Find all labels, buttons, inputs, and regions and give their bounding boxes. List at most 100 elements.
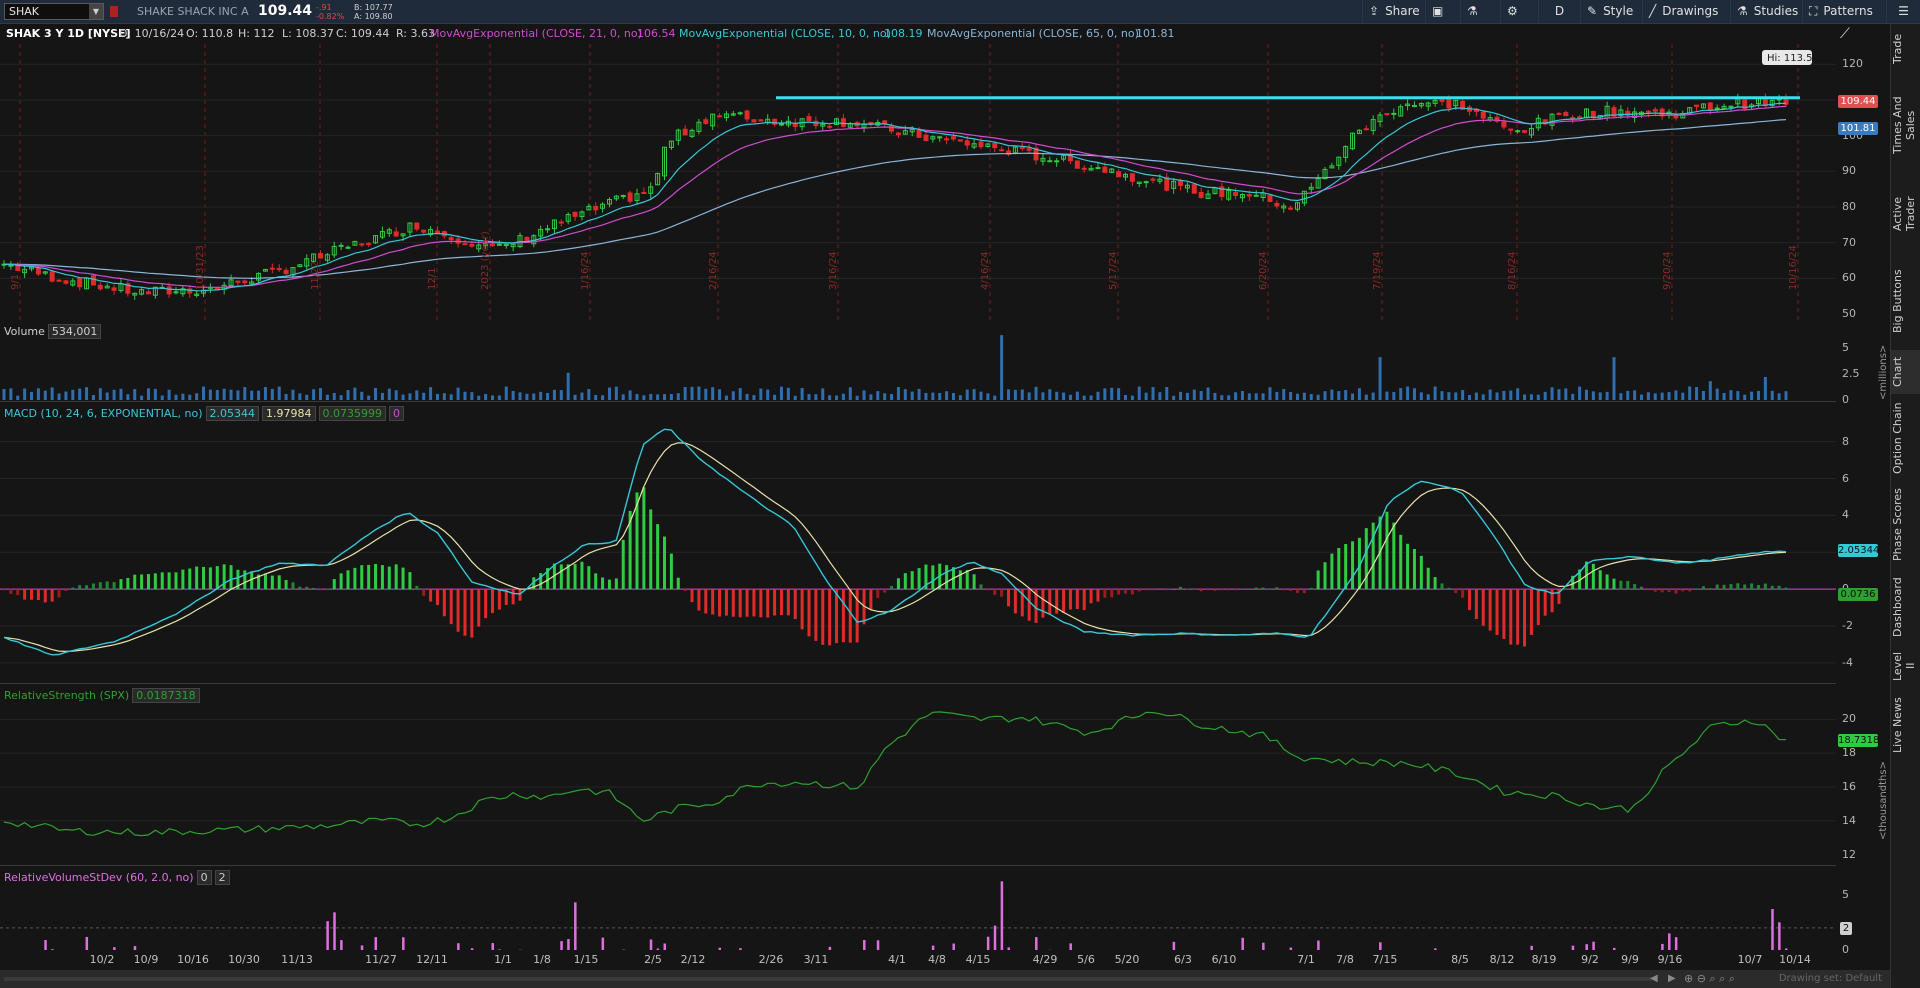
volume-bar xyxy=(848,387,852,400)
draw-tool-icon[interactable]: ⟋ xyxy=(1840,26,1850,42)
volume-bar xyxy=(1000,335,1004,400)
period-label: 1/16/24 xyxy=(580,251,591,290)
volume-bar xyxy=(965,389,969,400)
volume-panel[interactable]: Volume 534,001 xyxy=(0,322,1836,402)
sidebar-tab-level-ii[interactable]: Level II xyxy=(1891,646,1920,686)
macd-histogram-bar xyxy=(325,588,329,590)
volume-bar xyxy=(938,392,942,400)
zoom-controls-icon[interactable]: ⊕ ⊖ ⌕ ⌕ ⌕ xyxy=(1684,972,1735,986)
volume-bar xyxy=(312,389,316,400)
scroll-track[interactable] xyxy=(4,977,1652,981)
volume-bar xyxy=(580,392,584,400)
rv-bar xyxy=(931,945,935,950)
volume-bar xyxy=(504,386,508,400)
sidebar-tab-trade[interactable]: Trade xyxy=(1891,24,1920,74)
candle-body xyxy=(558,221,564,224)
macd-histogram-bar xyxy=(945,565,949,590)
scroll-left-icon[interactable]: ◀ xyxy=(1650,973,1658,984)
volume-bar xyxy=(986,393,990,400)
symbol-input[interactable]: SHAK ▼ xyxy=(4,3,104,20)
volume-bar xyxy=(1756,390,1760,400)
candle-body xyxy=(1102,166,1108,173)
candle-body xyxy=(978,141,984,148)
volume-bar xyxy=(752,395,756,400)
volume-bar xyxy=(1447,392,1451,400)
price-tick: 80 xyxy=(1842,199,1856,213)
volume-bar xyxy=(126,394,130,400)
patterns-button[interactable]: ⛶ Patterns xyxy=(1802,0,1879,23)
time-tick: 4/15 xyxy=(965,953,991,966)
rv-bar xyxy=(828,946,832,950)
macd-histogram-bar xyxy=(1708,588,1712,590)
sidebar-tab-active-trader[interactable]: Active Trader xyxy=(1891,176,1920,252)
macd-histogram-bar xyxy=(876,589,880,598)
relative-strength-panel[interactable]: RelativeStrength (SPX) 0.0187318 xyxy=(0,686,1836,866)
rv-bar xyxy=(1289,947,1293,950)
ask-price: A: 109.80 xyxy=(354,12,393,21)
volume-bar xyxy=(43,390,47,400)
volume-bar xyxy=(215,390,219,400)
price-panel[interactable]: Hi: 113.5 9/1 10/31/23 11/22 12/1 2023 (year)… xyxy=(0,44,1836,320)
period-selector[interactable]: D xyxy=(1538,0,1580,23)
sidebar-tab-times-and-sales[interactable]: Times And Sales xyxy=(1891,80,1920,170)
volume-bar xyxy=(1034,386,1038,400)
macd-panel[interactable]: MACD (10, 24, 6, EXPONENTIAL, no) 2.05344… xyxy=(0,404,1836,684)
studies-button[interactable]: ⚗ Studies xyxy=(1730,0,1804,23)
volume-bar xyxy=(1227,395,1231,400)
grid-button[interactable]: ▣ xyxy=(1425,0,1449,23)
sidebar-tab-option-chain[interactable]: Option Chain xyxy=(1891,398,1920,478)
macd-histogram-bar xyxy=(367,564,371,590)
volume-bar xyxy=(607,387,611,400)
scroll-right-icon[interactable]: ▶ xyxy=(1668,973,1676,984)
macd-histogram-bar xyxy=(621,539,625,590)
time-tick: 8/12 xyxy=(1489,953,1515,966)
macd-histogram-bar xyxy=(339,573,343,590)
macd-histogram-bar xyxy=(1172,589,1176,591)
candle-body xyxy=(827,125,833,128)
drawings-button[interactable]: ╱ Drawings xyxy=(1642,0,1724,23)
volume-label: Volume 534,001 xyxy=(4,324,102,339)
share-button[interactable]: ⇪ Share xyxy=(1362,0,1426,23)
time-tick: 1/15 xyxy=(573,953,599,966)
right-sidebar: Trade Times And Sales Active Trader Big But… xyxy=(1890,24,1920,988)
sidebar-tab-live-news[interactable]: Live News xyxy=(1891,690,1920,760)
header-open: O: 110.8 xyxy=(186,27,234,40)
header-low: L: 108.37 xyxy=(282,27,334,40)
volume-bar xyxy=(1165,387,1169,400)
sidebar-tab-chart[interactable]: Chart xyxy=(1891,350,1920,394)
rs-chart xyxy=(0,711,1836,837)
macd-histogram-bar xyxy=(1385,511,1389,590)
volume-bar xyxy=(1584,389,1588,400)
volume-tick: 5 xyxy=(1842,340,1849,354)
macd-histogram-bar xyxy=(1364,528,1368,590)
sidebar-tab-big-buttons[interactable]: Big Buttons xyxy=(1891,256,1920,346)
volume-bar xyxy=(1123,394,1127,400)
macd-histogram-bar xyxy=(511,589,515,605)
macd-histogram-bar xyxy=(174,572,178,590)
chevron-down-icon[interactable]: ▼ xyxy=(89,4,103,19)
volume-bar xyxy=(353,387,357,400)
sidebar-tab-phase-scores[interactable]: Phase Scores xyxy=(1891,482,1920,568)
volume-bar xyxy=(1646,392,1650,400)
candle-body xyxy=(1129,173,1135,182)
volume-bar xyxy=(1736,391,1740,400)
volume-bar xyxy=(1289,391,1293,400)
macd-histogram-bar xyxy=(1337,548,1341,590)
menu-button[interactable]: ☰ xyxy=(1886,0,1920,23)
volume-bar xyxy=(1763,376,1767,400)
relative-volume-panel[interactable]: RelativeVolumeStDev (60, 2.0, no) 0 2 xyxy=(0,868,1836,952)
rv-bar xyxy=(567,939,570,950)
sidebar-tab-dashboard[interactable]: Dashboard xyxy=(1891,572,1920,642)
rv-tick: 5 xyxy=(1842,887,1849,901)
candle-body xyxy=(1074,160,1080,169)
bottom-scrollbar[interactable]: ◀ ▶ ⊕ ⊖ ⌕ ⌕ ⌕ Drawing set: Default xyxy=(0,970,1920,988)
style-button[interactable]: ✎ Style xyxy=(1580,0,1639,23)
studies-label: Studies xyxy=(1753,4,1799,18)
flask-button[interactable]: ⚗ xyxy=(1460,0,1484,23)
link-color-icon[interactable] xyxy=(110,6,118,17)
settings-button[interactable]: ⚙ xyxy=(1500,0,1524,23)
volume-bar xyxy=(1337,391,1341,400)
volume-bar xyxy=(1330,389,1334,400)
macd-histogram-bar xyxy=(1007,589,1011,607)
volume-bar xyxy=(793,395,797,400)
